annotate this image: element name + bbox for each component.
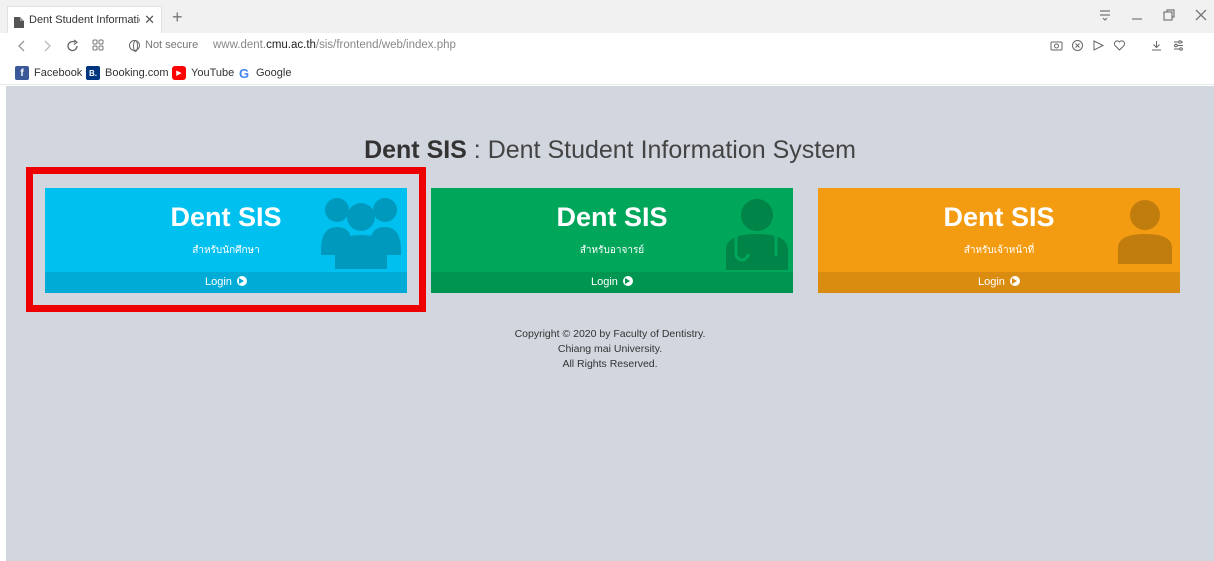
- login-label: Login: [591, 276, 618, 288]
- copyright-line: All Rights Reserved.: [562, 358, 658, 370]
- url-path: /sis/frontend/web/index.php: [315, 39, 456, 51]
- facebook-icon: f: [15, 66, 29, 80]
- bookmark-youtube[interactable]: ▶ YouTube: [172, 66, 234, 80]
- staff-box[interactable]: Dent SIS สำหรับเจ้าหน้าที่ Login: [818, 188, 1180, 293]
- bookmark-label: Google: [256, 67, 292, 79]
- teacher-box[interactable]: Dent SIS สำหรับอาจารย์ Login: [431, 188, 793, 293]
- bookmark-google[interactable]: G Google: [237, 65, 292, 81]
- arrow-circle-right-icon: [622, 276, 633, 286]
- bookmark-label: Facebook: [34, 67, 83, 79]
- new-tab-button[interactable]: +: [172, 8, 183, 26]
- close-tab-icon[interactable]: ✕: [144, 12, 155, 28]
- bookmarks-bar: f Facebook B. Booking.com ▶ YouTube G Go…: [0, 60, 1214, 85]
- minimize-icon[interactable]: [1130, 8, 1144, 26]
- heart-icon[interactable]: [1113, 39, 1126, 55]
- document-icon: [14, 15, 24, 28]
- tab-bar: Dent Student Information S ✕ +: [0, 0, 1214, 33]
- highlight-box: [26, 167, 426, 312]
- camera-icon[interactable]: [1050, 39, 1063, 55]
- box-title: Dent SIS: [556, 202, 668, 232]
- browser-tab[interactable]: Dent Student Information S ✕: [7, 6, 162, 33]
- close-window-icon[interactable]: [1194, 8, 1208, 26]
- globe-icon: [129, 39, 140, 52]
- apps-grid-icon[interactable]: [92, 39, 104, 53]
- copyright: Copyright © 2020 by Faculty of Dentistry…: [6, 327, 1214, 372]
- page-content: Dent SIS : Dent Student Information Syst…: [6, 86, 1214, 561]
- copyright-line: Chiang mai University.: [557, 343, 663, 355]
- send-icon[interactable]: [1092, 39, 1105, 55]
- tab-title: Dent Student Information S: [29, 14, 140, 26]
- page-title-strong: Dent SIS: [364, 136, 467, 164]
- bookmark-booking[interactable]: B. Booking.com: [86, 66, 169, 80]
- settings-sliders-icon[interactable]: [1172, 39, 1185, 55]
- restore-icon[interactable]: [1162, 8, 1176, 26]
- youtube-icon: ▶: [172, 66, 186, 80]
- security-indicator[interactable]: Not secure: [129, 39, 199, 52]
- not-secure-label: Not secure: [145, 39, 199, 51]
- login-label: Login: [978, 276, 1005, 288]
- teacher-box-body: Dent SIS สำหรับอาจารย์: [431, 188, 793, 272]
- box-title: Dent SIS: [943, 202, 1055, 232]
- box-subtitle: สำหรับอาจารย์: [579, 245, 645, 256]
- booking-icon: B.: [86, 66, 100, 80]
- staff-box-body: Dent SIS สำหรับเจ้าหน้าที่: [818, 188, 1180, 272]
- box-subtitle: สำหรับเจ้าหน้าที่: [963, 245, 1035, 256]
- tab-menu-icon[interactable]: [1098, 8, 1112, 26]
- google-icon: G: [238, 65, 250, 81]
- page-title: Dent SIS : Dent Student Information Syst…: [6, 136, 1214, 165]
- arrow-circle-right-icon: [1009, 276, 1020, 286]
- reload-icon[interactable]: [66, 39, 79, 55]
- adblock-icon[interactable]: [1071, 39, 1084, 55]
- url-domain: cmu.ac.th: [266, 39, 316, 51]
- forward-icon[interactable]: [42, 39, 52, 55]
- bookmark-label: Booking.com: [105, 67, 169, 79]
- staff-login-link[interactable]: Login: [818, 272, 1180, 293]
- copyright-line: Copyright © 2020 by Faculty of Dentistry…: [514, 328, 706, 340]
- page-title-rest: : Dent Student Information System: [466, 136, 856, 164]
- download-icon[interactable]: [1150, 39, 1163, 55]
- url-field[interactable]: www.dent.cmu.ac.th/sis/frontend/web/inde…: [213, 39, 456, 51]
- back-icon[interactable]: [17, 39, 27, 55]
- bookmark-label: YouTube: [191, 67, 235, 79]
- url-prefix: www.dent.: [213, 39, 267, 51]
- bookmark-facebook[interactable]: f Facebook: [15, 66, 82, 80]
- teacher-login-link[interactable]: Login: [431, 272, 793, 293]
